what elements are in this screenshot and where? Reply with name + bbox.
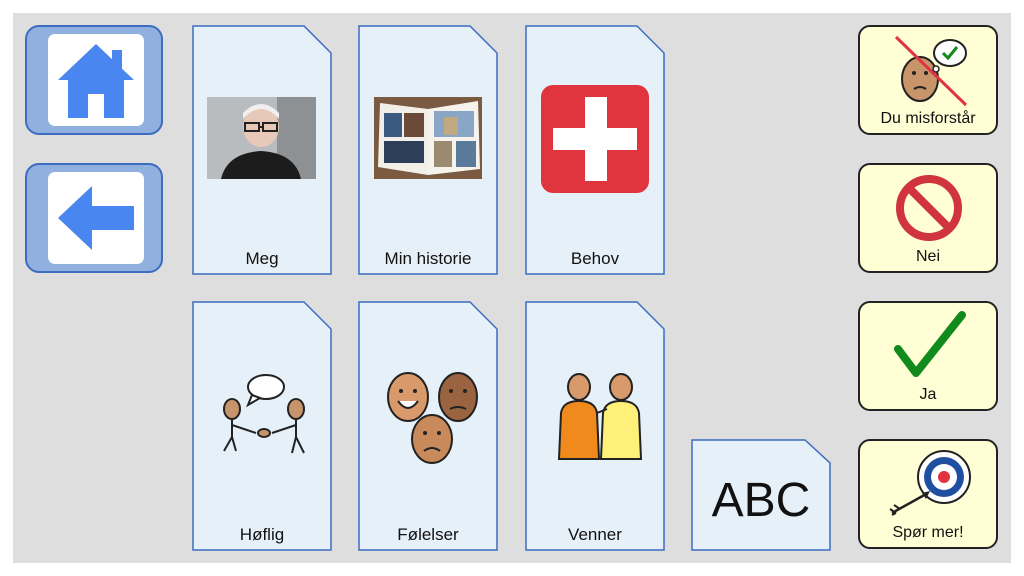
- board-area: Meg Min historie Behov Høflig Følelser V…: [13, 13, 1011, 563]
- folder-behov[interactable]: Behov: [525, 25, 665, 275]
- person-photo: [207, 97, 316, 179]
- folder-label: Meg: [245, 249, 279, 268]
- handshake-icon: [223, 374, 305, 454]
- folder-min-historie[interactable]: Min historie: [358, 25, 498, 275]
- folder-folelser[interactable]: Følelser: [358, 301, 498, 551]
- quick-du-misforstar[interactable]: Du misforstår: [858, 25, 998, 135]
- folder-hoflig[interactable]: Høflig: [192, 301, 332, 551]
- keyboard-button[interactable]: ABC: [691, 439, 831, 551]
- checkmark-icon: [894, 311, 966, 377]
- friends-icon: [557, 373, 643, 460]
- home-button[interactable]: [25, 25, 163, 135]
- back-arrow-icon: [58, 186, 134, 250]
- folder-label: Høflig: [239, 525, 285, 544]
- target-icon: [889, 450, 971, 516]
- back-button[interactable]: [25, 163, 163, 273]
- misunderstand-icon: [894, 35, 968, 107]
- quick-label: Ja: [919, 386, 937, 403]
- faces-icon: [387, 372, 478, 464]
- quick-nei[interactable]: Nei: [858, 163, 998, 273]
- quick-label: Spør mer!: [892, 524, 964, 541]
- keyboard-label: ABC: [711, 474, 811, 527]
- red-cross-icon: [541, 85, 649, 193]
- folder-label: Behov: [570, 249, 620, 268]
- home-icon: [58, 44, 134, 118]
- folder-venner[interactable]: Venner: [525, 301, 665, 551]
- book-photo: [374, 97, 482, 179]
- folder-label: Følelser: [397, 525, 459, 544]
- no-sign-icon: [896, 175, 962, 241]
- folder-meg[interactable]: Meg: [192, 25, 332, 275]
- folder-label: Venner: [568, 525, 622, 544]
- folder-label: Min historie: [384, 249, 472, 268]
- quick-label: Nei: [915, 248, 940, 265]
- quick-spor-mer[interactable]: Spør mer!: [858, 439, 998, 549]
- quick-ja[interactable]: Ja: [858, 301, 998, 411]
- quick-label: Du misforstår: [880, 110, 976, 127]
